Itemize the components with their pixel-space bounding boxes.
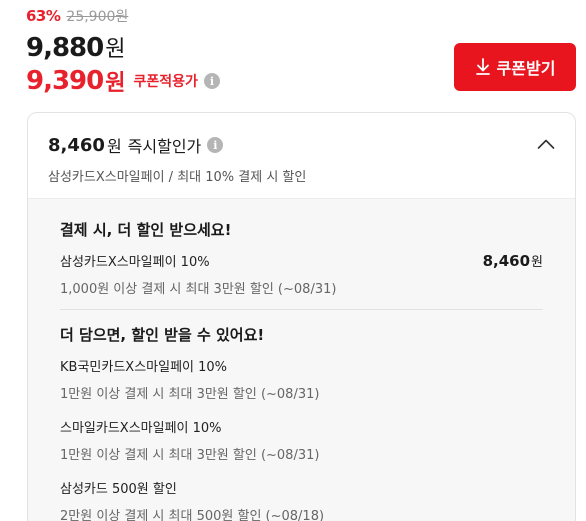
payment-discount-section: 결제 시, 더 할인 받으세요! 삼성카드X스마일페이 10% 1,000원 이… — [60, 219, 543, 297]
offer-desc: 1,000원 이상 결제 시 최대 3만원 할인 (~08/31) — [60, 282, 337, 297]
offer-item: KB국민카드X스마일페이 10% 1만원 이상 결제 시 최대 3만원 할인 (… — [60, 356, 543, 402]
offer-name: 스마일카드X스마일페이 10% — [60, 421, 222, 436]
sale-price-unit: 원 — [105, 37, 126, 62]
download-icon — [475, 58, 491, 76]
info-icon[interactable]: i — [207, 137, 224, 153]
sale-price-row: 9,880 원 — [26, 31, 220, 63]
offer-desc: 2만원 이상 결제 시 최대 500원 할인 (~08/18) — [60, 509, 325, 521]
instant-price-label: 즉시할인가 — [127, 137, 202, 156]
sale-price: 9,880 — [26, 33, 104, 63]
instant-price: 8,460 — [48, 134, 105, 156]
price-block: 63% 25,900원 9,880 원 9,390 원 쿠폰적용가 i — [26, 6, 220, 97]
coupon-price-unit: 원 — [105, 71, 126, 96]
info-icon[interactable]: i — [203, 73, 220, 89]
offer-desc: 1만원 이상 결제 시 최대 3만원 할인 (~08/31) — [60, 387, 320, 402]
instant-discount-panel: 8,460 원 즉시할인가 i 삼성카드X스마일페이 / 최대 10% 결제 시… — [27, 112, 576, 521]
instant-price-unit: 원 — [106, 137, 122, 156]
more-discount-section: 더 담으면, 할인 받을 수 있어요! KB국민카드X스마일페이 10% 1만원… — [60, 324, 543, 521]
section-title: 더 담으면, 할인 받을 수 있어요! — [60, 326, 265, 344]
chevron-up-icon[interactable] — [537, 135, 555, 154]
get-coupon-button[interactable]: 쿠폰받기 — [454, 43, 576, 91]
offer-price-value: 8,460 — [482, 252, 531, 270]
divider — [60, 309, 543, 310]
original-price: 25,900원 — [66, 9, 129, 25]
discount-row: 63% 25,900원 — [26, 6, 220, 28]
instant-price-row: 8,460 원 즉시할인가 i — [48, 133, 555, 157]
get-coupon-label: 쿠폰받기 — [496, 61, 556, 78]
coupon-price-row: 9,390 원 쿠폰적용가 i — [26, 65, 220, 97]
section-title: 결제 시, 더 할인 받으세요! — [60, 221, 232, 239]
offer-name: KB국민카드X스마일페이 10% — [60, 360, 228, 375]
discount-details: 결제 시, 더 할인 받으세요! 삼성카드X스마일페이 10% 1,000원 이… — [28, 198, 575, 521]
discount-rate: 63% — [26, 7, 61, 25]
offer-item: 삼성카드 500원 할인 2만원 이상 결제 시 최대 500원 할인 (~08… — [60, 478, 543, 521]
coupon-price-label: 쿠폰적용가 — [133, 74, 198, 90]
instant-discount-subtitle: 삼성카드X스마일페이 / 최대 10% 결제 시 할인 — [48, 170, 307, 185]
offer-item: 스마일카드X스마일페이 10% 1만원 이상 결제 시 최대 3만원 할인 (~… — [60, 417, 543, 463]
coupon-price: 9,390 — [26, 66, 104, 96]
offer-name: 삼성카드 500원 할인 — [60, 482, 177, 497]
offer-price-unit: 원 — [531, 255, 543, 270]
offer-desc: 1만원 이상 결제 시 최대 3만원 할인 (~08/31) — [60, 448, 320, 463]
offer-name: 삼성카드X스마일페이 10% — [60, 255, 210, 270]
offer-item: 삼성카드X스마일페이 10% 1,000원 이상 결제 시 최대 3만원 할인 … — [60, 251, 543, 297]
instant-discount-header[interactable]: 8,460 원 즉시할인가 i 삼성카드X스마일페이 / 최대 10% 결제 시… — [28, 113, 575, 198]
offer-price: 8,460원 — [483, 251, 543, 270]
